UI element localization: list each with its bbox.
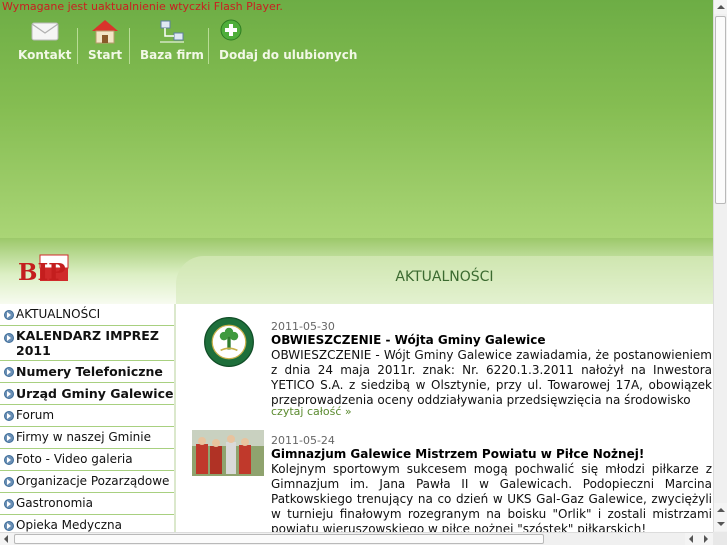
sidebar-item-forum[interactable]: Forum: [0, 405, 174, 427]
bullet-arrow-icon: [4, 520, 14, 531]
arrow-up-icon: [717, 508, 725, 512]
toolbar-label: Start: [88, 48, 123, 62]
scroll-down-button[interactable]: [714, 517, 727, 531]
add-favorite-icon: [220, 19, 242, 41]
bullet-arrow-icon: [4, 388, 14, 399]
sidebar-item-organizacje[interactable]: Organizacje Pozarządowe: [0, 471, 174, 493]
toolbar-label: Dodaj do ulubionych: [219, 48, 358, 62]
toolbar-contact-button[interactable]: Kontakt: [18, 18, 71, 62]
horizontal-scroll-thumb[interactable]: [14, 534, 544, 544]
sidebar-menu: AKTUALNOŚCI KALENDARZ IMPREZ 2011 Numery…: [0, 304, 174, 537]
sidebar-item-label: Numery Telefoniczne: [16, 364, 163, 379]
scroll-left-button[interactable]: [0, 533, 14, 545]
arrow-up-icon: [717, 5, 725, 9]
news-list: 2011-05-30 OBWIESZCZENIE - Wójta Gminy G…: [176, 304, 713, 532]
sidebar-item-kalendarz[interactable]: KALENDARZ IMPREZ 2011: [0, 326, 174, 361]
sidebar-item-label: Firmy w naszej Gminie: [16, 430, 152, 444]
sidebar-item-galeria[interactable]: Foto - Video galeria: [0, 449, 174, 471]
sidebar-item-label: Urząd Gminy Galewice: [16, 386, 174, 401]
flash-notice: Wymagane jest uaktualnienie wtyczki Flas…: [2, 0, 283, 13]
arrow-left-icon: [4, 535, 8, 543]
news-title[interactable]: OBWIESZCZENIE - Wójta Gminy Galewice: [271, 333, 546, 347]
header-banner: Wymagane jest uaktualnienie wtyczki Flas…: [0, 0, 713, 238]
toolbar-start-button[interactable]: Start: [88, 18, 122, 62]
arrow-down-icon: [717, 522, 725, 526]
news-date: 2011-05-24: [271, 434, 335, 447]
sidebar-item-label: Opieka Medyczna: [16, 518, 122, 532]
news-body: OBWIESZCZENIE - Wójt Gminy Galewice zawi…: [271, 348, 712, 407]
bullet-arrow-icon: [4, 476, 14, 487]
sidebar-item-label: Gastronomia: [16, 496, 93, 510]
sidebar-item-label: Organizacje Pozarządowe: [16, 474, 170, 488]
network-icon: [159, 20, 184, 43]
home-icon: [92, 20, 119, 44]
sidebar-item-gastronomia[interactable]: Gastronomia: [0, 493, 174, 515]
toolbar-companies-button[interactable]: Baza firm: [140, 18, 204, 62]
scroll-up-button[interactable]: [714, 0, 727, 14]
news-title[interactable]: Gimnazjum Galewice Mistrzem Powiatu w Pi…: [271, 447, 644, 461]
scroll-left-button-right[interactable]: [685, 533, 699, 545]
section-title: AKTUALNOŚCI: [395, 269, 494, 285]
gmina-emblem-image[interactable]: [192, 316, 266, 368]
sidebar-item-label: AKTUALNOŚCI: [16, 307, 101, 321]
read-more-link[interactable]: czytaj całość »: [271, 405, 352, 418]
toolbar-divider: [208, 28, 209, 64]
scrollbar-corner: [713, 532, 727, 545]
toolbar-divider: [77, 28, 78, 64]
scroll-up-button-lower[interactable]: [714, 503, 727, 517]
news-date: 2011-05-30: [271, 320, 335, 333]
arrow-right-icon: [704, 535, 708, 543]
toolbar-label: Kontakt: [18, 48, 72, 62]
horizontal-scrollbar[interactable]: [0, 532, 713, 545]
bip-logo[interactable]: BIP: [18, 253, 70, 283]
sidebar-item-label: KALENDARZ IMPREZ 2011: [16, 328, 159, 358]
bullet-arrow-icon: [4, 410, 14, 421]
toolbar-favorites-button[interactable]: Dodaj do ulubionych: [219, 18, 357, 62]
bullet-arrow-icon: [4, 454, 14, 465]
section-tab: AKTUALNOŚCI: [176, 256, 713, 304]
arrow-left-icon: [689, 535, 693, 543]
scroll-right-button[interactable]: [699, 533, 713, 545]
sidebar-item-urzad[interactable]: Urząd Gminy Galewice: [0, 383, 174, 405]
bullet-arrow-icon: [4, 333, 14, 343]
vertical-scrollbar[interactable]: [713, 0, 727, 532]
bullet-arrow-icon: [4, 366, 14, 377]
news-body: Kolejnym sportowym sukcesem mogą pochwal…: [271, 462, 712, 532]
bullet-arrow-icon: [4, 498, 14, 509]
sidebar-item-aktualnosci[interactable]: AKTUALNOŚCI: [0, 304, 174, 326]
sidebar-item-label: Forum: [16, 408, 55, 422]
bip-logo-text: BIP: [18, 259, 66, 283]
football-team-photo[interactable]: [192, 430, 264, 476]
vertical-scroll-thumb[interactable]: [715, 16, 726, 204]
sidebar-item-firmy[interactable]: Firmy w naszej Gminie: [0, 427, 174, 449]
sidebar-item-numery[interactable]: Numery Telefoniczne: [0, 361, 174, 383]
sidebar-item-label: Foto - Video galeria: [16, 452, 133, 466]
toolbar-divider: [129, 28, 130, 64]
bullet-arrow-icon: [4, 432, 14, 443]
bullet-arrow-icon: [4, 309, 14, 320]
toolbar-label: Baza firm: [140, 48, 204, 62]
envelope-icon: [31, 22, 59, 41]
